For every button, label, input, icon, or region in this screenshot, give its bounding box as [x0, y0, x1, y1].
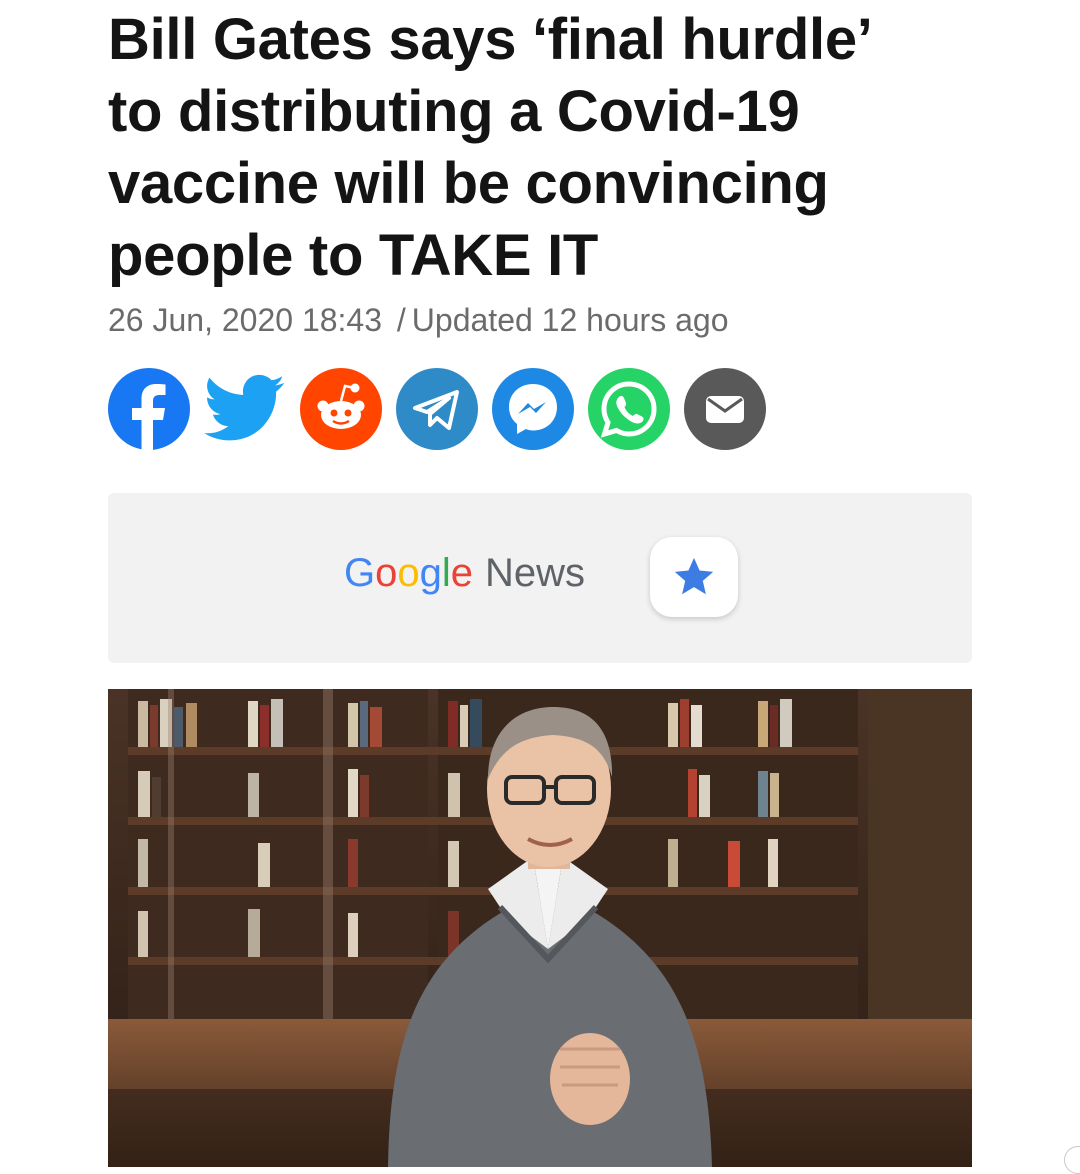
- reddit-icon: [317, 383, 365, 429]
- dateline-separator: /: [396, 302, 406, 338]
- facebook-icon: [132, 384, 166, 450]
- follow-star-button[interactable]: [650, 537, 738, 617]
- headline-line: to distributing a Covid-19: [108, 79, 800, 144]
- whatsapp-share-button[interactable]: [588, 368, 670, 450]
- headline-line: Bill Gates says ‘final hurdle’: [108, 7, 873, 72]
- whatsapp-icon: [600, 381, 657, 438]
- article-photo: [108, 689, 972, 1167]
- twitter-share-button[interactable]: [204, 368, 286, 450]
- headline-line: vaccine will be convincing: [108, 151, 829, 216]
- telegram-icon: [413, 390, 459, 430]
- twitter-icon: [204, 374, 285, 441]
- telegram-share-button[interactable]: [396, 368, 478, 450]
- google-news-label: News: [485, 551, 586, 595]
- messenger-icon: [509, 384, 557, 434]
- star-icon: [674, 557, 714, 595]
- google-news-follow-banner[interactable]: Google News: [108, 493, 972, 663]
- article-photo-illustration: [108, 689, 972, 1167]
- reddit-share-button[interactable]: [300, 368, 382, 450]
- email-icon: [706, 396, 744, 423]
- updated-time: Updated 12 hours ago: [411, 302, 729, 338]
- share-buttons: [108, 368, 766, 450]
- facebook-share-button[interactable]: [108, 368, 190, 450]
- headline-line: people to TAKE IT: [108, 223, 599, 288]
- corner-indicator: [1064, 1146, 1080, 1174]
- publish-date: 26 Jun, 2020 18:43: [108, 302, 383, 338]
- article-headline: Bill Gates says ‘final hurdle’ to distri…: [108, 4, 988, 292]
- messenger-share-button[interactable]: [492, 368, 574, 450]
- email-share-button[interactable]: [684, 368, 766, 450]
- article-dateline: 26 Jun, 2020 18:43 /Updated 12 hours ago: [108, 296, 728, 344]
- google-news-logo: Google News: [344, 551, 586, 595]
